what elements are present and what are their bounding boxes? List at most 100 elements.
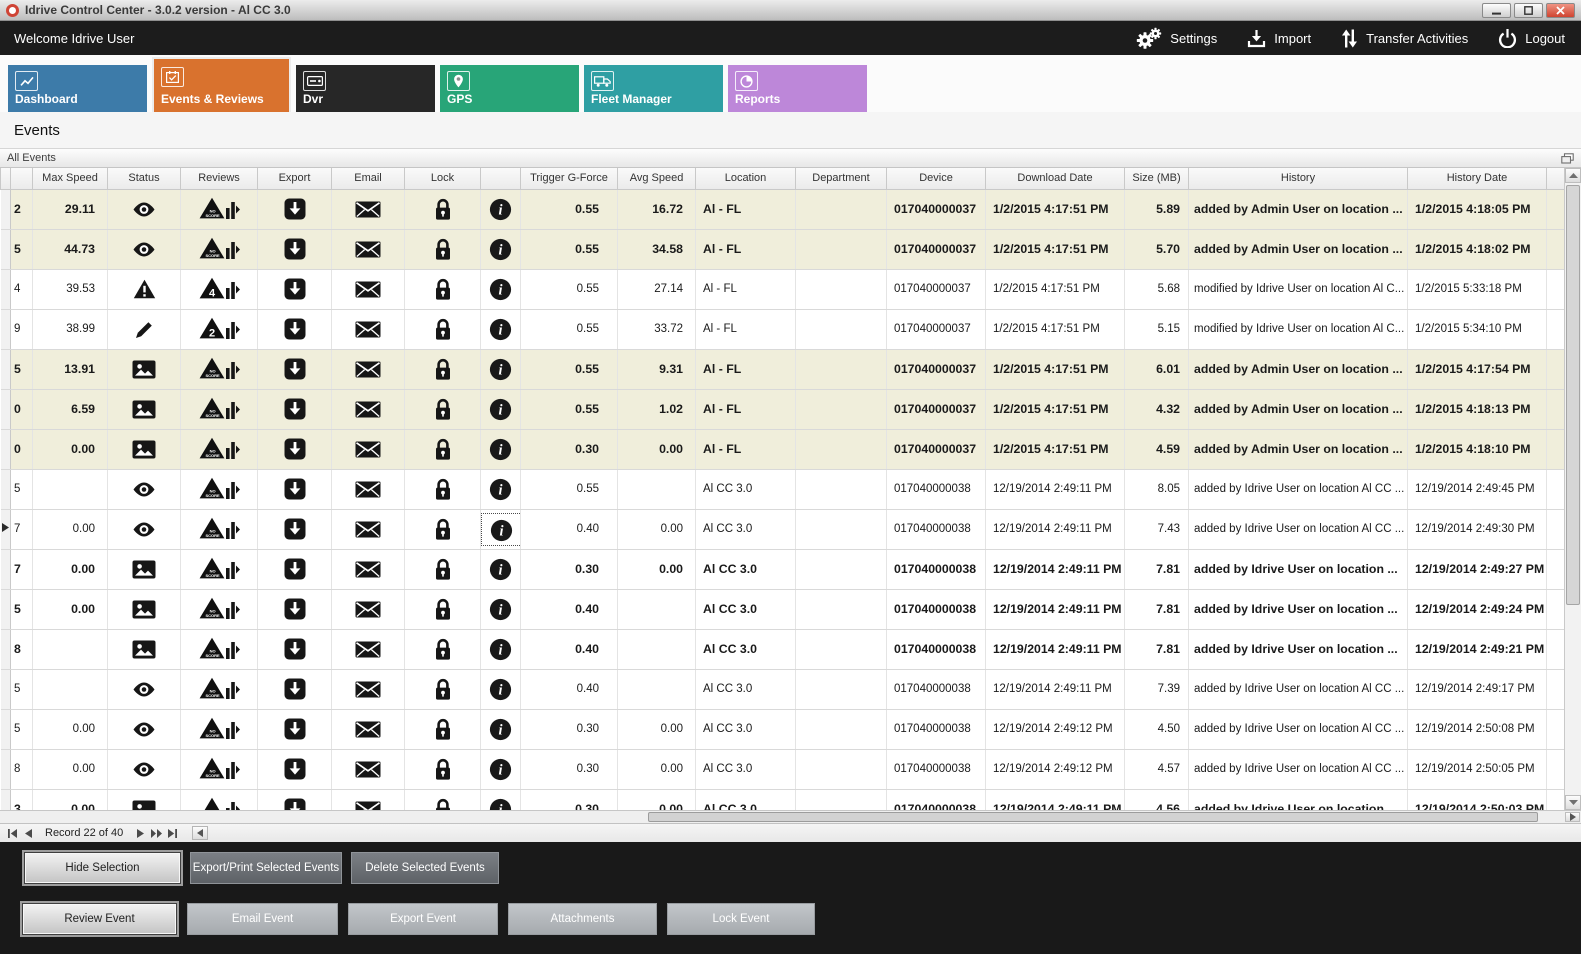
column-header-download-date[interactable]: Download Date: [986, 168, 1125, 189]
column-header-history[interactable]: History: [1189, 168, 1408, 189]
info-icon[interactable]: i: [481, 549, 521, 589]
info-icon[interactable]: i: [481, 749, 521, 789]
vertical-scrollbar[interactable]: [1564, 168, 1581, 810]
email-envelope-icon[interactable]: [332, 389, 405, 429]
status-eye-icon[interactable]: [108, 189, 181, 229]
export-down-arrow-icon[interactable]: [258, 389, 332, 429]
padlock-icon[interactable]: [405, 309, 481, 349]
horizontal-scrollbar[interactable]: [0, 810, 1581, 823]
export-event-button[interactable]: Export Event: [348, 903, 498, 935]
record-next-page-button[interactable]: [148, 826, 164, 841]
info-icon[interactable]: i: [481, 509, 521, 549]
info-icon[interactable]: i: [481, 349, 521, 389]
export-down-arrow-icon[interactable]: [258, 269, 332, 309]
email-envelope-icon[interactable]: [332, 189, 405, 229]
status-pencil-icon[interactable]: [108, 309, 181, 349]
review-cell[interactable]: NOSCORE: [181, 229, 258, 269]
padlock-icon[interactable]: [405, 589, 481, 629]
scroll-up-button[interactable]: [1565, 168, 1581, 183]
event-row[interactable]: 513.91NOSCOREi0.559.31Al - FL01704000003…: [1, 349, 1565, 389]
event-row[interactable]: 8NOSCOREi0.40Al CC 3.001704000003812/19/…: [1, 629, 1565, 669]
status-picture-icon[interactable]: [108, 549, 181, 589]
email-envelope-icon[interactable]: [332, 629, 405, 669]
review-cell[interactable]: NOSCORE: [181, 429, 258, 469]
padlock-icon[interactable]: [405, 269, 481, 309]
scroll-down-button[interactable]: [1565, 795, 1581, 810]
email-envelope-icon[interactable]: [332, 429, 405, 469]
export-down-arrow-icon[interactable]: [258, 549, 332, 589]
email-envelope-icon[interactable]: [332, 229, 405, 269]
column-header-max-speed[interactable]: Max Speed: [33, 168, 108, 189]
info-icon[interactable]: i: [481, 269, 521, 309]
maximize-button[interactable]: [1514, 3, 1543, 18]
event-row[interactable]: 938.992i0.5533.72Al - FL0170400000371/2/…: [1, 309, 1565, 349]
import-action[interactable]: Import: [1247, 29, 1311, 48]
padlock-icon[interactable]: [405, 429, 481, 469]
horizontal-scrollbar-thumb[interactable]: [648, 812, 1538, 822]
padlock-icon[interactable]: [405, 669, 481, 709]
info-icon[interactable]: i: [481, 669, 521, 709]
status-eye-icon[interactable]: [108, 229, 181, 269]
delete-selected-events-button[interactable]: Delete Selected Events: [351, 852, 499, 884]
event-row[interactable]: 544.73NOSCOREi0.5534.58Al - FL0170400000…: [1, 229, 1565, 269]
tab-events-reviews[interactable]: Events & Reviews: [152, 57, 291, 112]
export-down-arrow-icon[interactable]: [258, 669, 332, 709]
export-down-arrow-icon[interactable]: [258, 469, 332, 509]
tab-dashboard[interactable]: Dashboard: [8, 65, 147, 112]
column-header-department[interactable]: Department: [796, 168, 887, 189]
review-cell[interactable]: NOSCORE: [181, 589, 258, 629]
padlock-icon[interactable]: [405, 549, 481, 589]
float-panel-icon[interactable]: [1561, 153, 1574, 164]
email-envelope-icon[interactable]: [332, 709, 405, 749]
tab-dvr[interactable]: Dvr: [296, 65, 435, 112]
review-cell[interactable]: NOSCORE: [181, 509, 258, 549]
event-row[interactable]: 229.11NOSCOREi0.5516.72Al - FL0170400000…: [1, 189, 1565, 229]
minimize-button[interactable]: [1482, 3, 1511, 18]
settings-action[interactable]: Settings: [1135, 27, 1217, 50]
info-icon[interactable]: i: [481, 429, 521, 469]
logout-action[interactable]: Logout: [1498, 29, 1565, 48]
event-row[interactable]: 50.00NOSCOREi0.40Al CC 3.001704000003812…: [1, 589, 1565, 629]
column-header-lock[interactable]: Lock: [405, 168, 481, 189]
export-down-arrow-icon[interactable]: [258, 229, 332, 269]
email-envelope-icon[interactable]: [332, 549, 405, 589]
column-header-reviews[interactable]: Reviews: [181, 168, 258, 189]
padlock-icon[interactable]: [405, 229, 481, 269]
review-cell[interactable]: NOSCORE: [181, 749, 258, 789]
tab-gps[interactable]: GPS: [440, 65, 579, 112]
info-icon[interactable]: i: [481, 589, 521, 629]
review-cell[interactable]: 2: [181, 309, 258, 349]
column-header-avg-speed[interactable]: Avg Speed: [618, 168, 696, 189]
review-cell[interactable]: NOSCORE: [181, 389, 258, 429]
export-down-arrow-icon[interactable]: [258, 709, 332, 749]
email-envelope-icon[interactable]: [332, 349, 405, 389]
review-cell[interactable]: NOSCORE: [181, 789, 258, 810]
status-eye-icon[interactable]: [108, 709, 181, 749]
padlock-icon[interactable]: [405, 789, 481, 810]
export-down-arrow-icon[interactable]: [258, 429, 332, 469]
review-cell[interactable]: NOSCORE: [181, 629, 258, 669]
export-print-selected-events-button[interactable]: Export/Print Selected Events: [190, 852, 342, 884]
padlock-icon[interactable]: [405, 349, 481, 389]
event-row[interactable]: 50.00NOSCOREi0.300.00Al CC 3.00170400000…: [1, 709, 1565, 749]
export-down-arrow-icon[interactable]: [258, 509, 332, 549]
export-down-arrow-icon[interactable]: [258, 789, 332, 810]
info-icon[interactable]: i: [481, 389, 521, 429]
export-down-arrow-icon[interactable]: [258, 749, 332, 789]
padlock-icon[interactable]: [405, 389, 481, 429]
column-header-export[interactable]: Export: [258, 168, 332, 189]
info-icon[interactable]: i: [481, 229, 521, 269]
review-cell[interactable]: NOSCORE: [181, 549, 258, 589]
column-header-size-mb-[interactable]: Size (MB): [1125, 168, 1189, 189]
status-picture-icon[interactable]: [108, 429, 181, 469]
status-warning-icon[interactable]: [108, 269, 181, 309]
info-icon[interactable]: i: [481, 469, 521, 509]
review-cell[interactable]: NOSCORE: [181, 349, 258, 389]
event-row[interactable]: 00.00NOSCOREi0.300.00Al - FL017040000037…: [1, 429, 1565, 469]
review-cell[interactable]: NOSCORE: [181, 669, 258, 709]
column-header-history-date[interactable]: History Date: [1408, 168, 1547, 189]
padlock-icon[interactable]: [405, 629, 481, 669]
event-row[interactable]: 5NOSCOREi0.55Al CC 3.001704000003812/19/…: [1, 469, 1565, 509]
info-icon[interactable]: i: [481, 709, 521, 749]
export-down-arrow-icon[interactable]: [258, 349, 332, 389]
